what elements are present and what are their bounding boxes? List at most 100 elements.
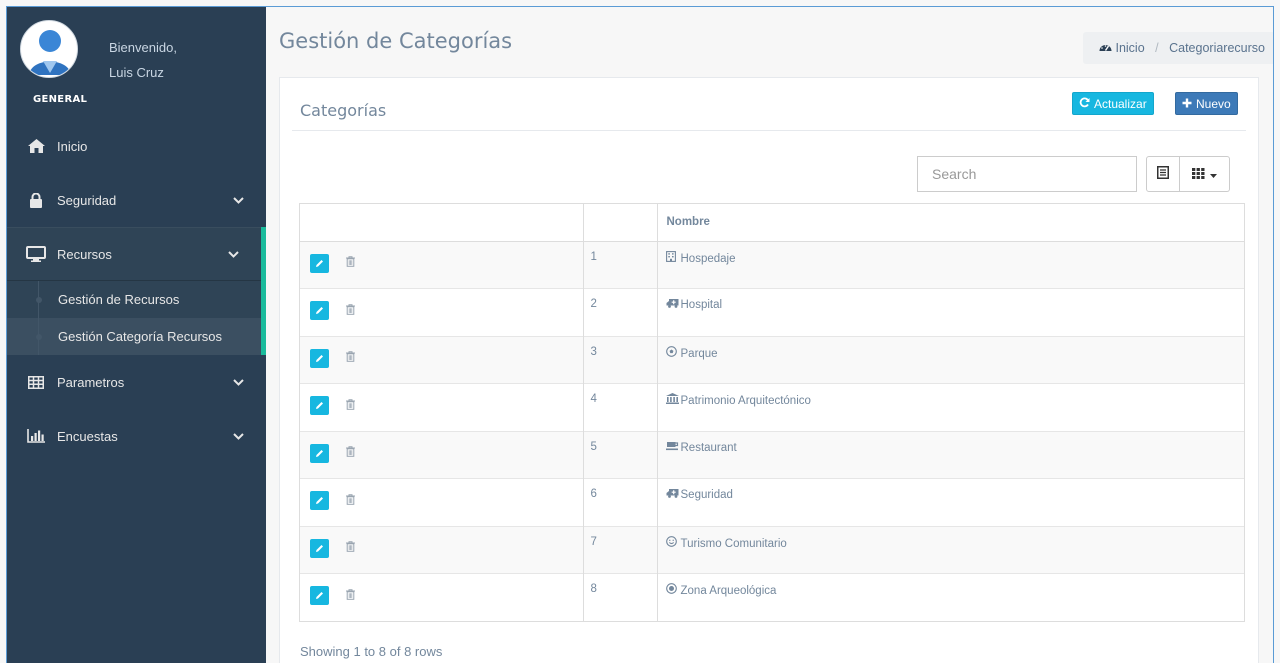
pencil-icon — [316, 307, 323, 314]
chevron-down-icon — [233, 430, 244, 445]
submenu-dot — [36, 333, 42, 340]
row-name: Hospital — [680, 299, 723, 311]
column-header-id[interactable] — [583, 204, 658, 242]
sidebar-item-recursos[interactable]: Recursos — [7, 227, 266, 281]
pencil-icon — [316, 402, 323, 409]
row-name: Turismo Comunitario — [680, 537, 787, 550]
edit-button[interactable] — [310, 396, 329, 415]
bar-chart-icon — [25, 427, 47, 445]
row-id: 4 — [583, 383, 658, 431]
row-name-cell: Turismo Comunitario — [657, 525, 1244, 574]
grid-icon — [1192, 167, 1205, 182]
delete-button[interactable] — [346, 493, 355, 508]
delete-button[interactable] — [346, 588, 355, 603]
trash-icon — [346, 588, 355, 600]
toggle-view-button[interactable] — [1146, 156, 1180, 192]
profile: Bienvenido, Luis Cruz GENERAL — [7, 7, 266, 119]
trash-icon — [346, 351, 355, 362]
pencil-icon — [316, 354, 323, 362]
delete-button[interactable] — [346, 446, 355, 460]
row-id: 7 — [583, 525, 658, 574]
chevron-down-icon — [228, 248, 239, 263]
row-id: 5 — [583, 430, 658, 479]
chevron-down-icon — [233, 194, 244, 209]
row-actions — [300, 335, 584, 384]
edit-button[interactable] — [310, 491, 329, 510]
row-id: 8 — [583, 573, 658, 621]
delete-button[interactable] — [346, 541, 355, 555]
table-row[interactable]: 1 Hospedaje — [300, 240, 1244, 289]
row-id: 3 — [583, 335, 658, 384]
new-button[interactable]: Nuevo — [1175, 92, 1238, 115]
row-name-cell: Patrimonio Arquitectónico — [657, 383, 1244, 431]
institution-icon — [665, 393, 679, 407]
trash-icon — [346, 493, 355, 505]
categories-table: Nombre 1 Hospedaje 2 Hospital 3 Parque 4 Patrim… — [299, 203, 1245, 622]
row-actions — [300, 383, 584, 431]
row-actions — [300, 573, 584, 621]
sidebar-item-label: Inicio — [57, 138, 88, 154]
sidebar-subitem-gestion-categoria[interactable]: Gestión Categoría Recursos — [7, 318, 261, 355]
sidebar-item-seguridad[interactable]: Seguridad — [7, 173, 266, 227]
search-input[interactable] — [917, 156, 1137, 192]
edit-button[interactable] — [310, 301, 329, 320]
table-row[interactable]: 4 Patrimonio Arquitectónico — [300, 383, 1244, 431]
column-header-actions[interactable] — [300, 204, 584, 242]
main-content: Gestión de Categorías Inicio / Categoria… — [266, 7, 1273, 663]
avatar — [20, 20, 78, 78]
sidebar-subitem-label: Gestión Categoría Recursos — [58, 329, 223, 344]
row-name-cell: Zona Arqueológica — [657, 573, 1244, 621]
row-id: 2 — [583, 288, 658, 336]
delete-button[interactable] — [346, 303, 355, 318]
columns-dropdown-button[interactable] — [1180, 156, 1230, 192]
trash-icon — [346, 398, 355, 410]
pencil-icon — [316, 449, 323, 457]
refresh-button[interactable]: Actualizar — [1072, 92, 1154, 115]
table-row[interactable]: 5 Restaurant — [300, 430, 1244, 479]
sidebar-item-encuestas[interactable]: Encuestas — [7, 409, 266, 463]
panel-divider — [292, 130, 1246, 131]
row-actions — [300, 525, 584, 574]
trash-icon — [346, 446, 355, 457]
edit-button[interactable] — [310, 443, 329, 463]
pencil-icon — [316, 259, 323, 267]
ambulance-icon — [666, 488, 678, 501]
panel-title: Categorías — [300, 101, 387, 120]
table-icon — [25, 373, 47, 391]
column-header-nombre[interactable]: Nombre — [657, 204, 1244, 242]
table-row[interactable]: 6 Seguridad — [300, 478, 1244, 526]
edit-button[interactable] — [310, 586, 329, 605]
table-toolbar — [1146, 156, 1230, 192]
categories-panel: Categorías Actualizar Nuevo Search Nombr… — [279, 77, 1259, 663]
table-row[interactable]: 7 Turismo Comunitario — [300, 525, 1244, 574]
sidebar-subitem-gestion-recursos[interactable]: Gestión de Recursos — [7, 281, 261, 318]
table-row[interactable]: 3 Parque — [300, 335, 1244, 384]
caret-down-icon — [1210, 167, 1217, 182]
row-name: Parque — [680, 347, 718, 360]
dot-circle-icon — [665, 583, 678, 597]
sidebar-item-parametros[interactable]: Parametros — [7, 355, 266, 409]
delete-button[interactable] — [346, 398, 355, 413]
table-header-row: Nombre — [300, 204, 1244, 242]
row-name: Zona Arqueológica — [680, 585, 777, 597]
delete-button[interactable] — [346, 351, 355, 365]
sidebar-subitem-label: Gestión de Recursos — [58, 292, 180, 307]
sidebar-item-label: Parametros — [57, 374, 125, 390]
edit-button[interactable] — [310, 348, 329, 368]
edit-button[interactable] — [310, 253, 329, 273]
pencil-icon — [316, 592, 323, 599]
pencil-icon — [316, 544, 323, 552]
delete-button[interactable] — [346, 256, 355, 270]
row-actions — [300, 478, 584, 526]
futbol-icon — [665, 345, 678, 360]
sidebar: Bienvenido, Luis Cruz GENERAL Inicio Seg… — [7, 7, 266, 663]
edit-button[interactable] — [310, 538, 329, 558]
table-row[interactable]: 2 Hospital — [300, 288, 1244, 336]
submenu-dot — [36, 296, 42, 303]
new-button-label: Nuevo — [1196, 96, 1231, 111]
row-id: 6 — [583, 478, 658, 526]
page-title: Gestión de Categorías — [279, 29, 513, 53]
sidebar-item-inicio[interactable]: Inicio — [7, 119, 266, 173]
table-row[interactable]: 8 Zona Arqueológica — [300, 573, 1244, 621]
breadcrumb-home-link[interactable]: Inicio — [1115, 41, 1144, 55]
